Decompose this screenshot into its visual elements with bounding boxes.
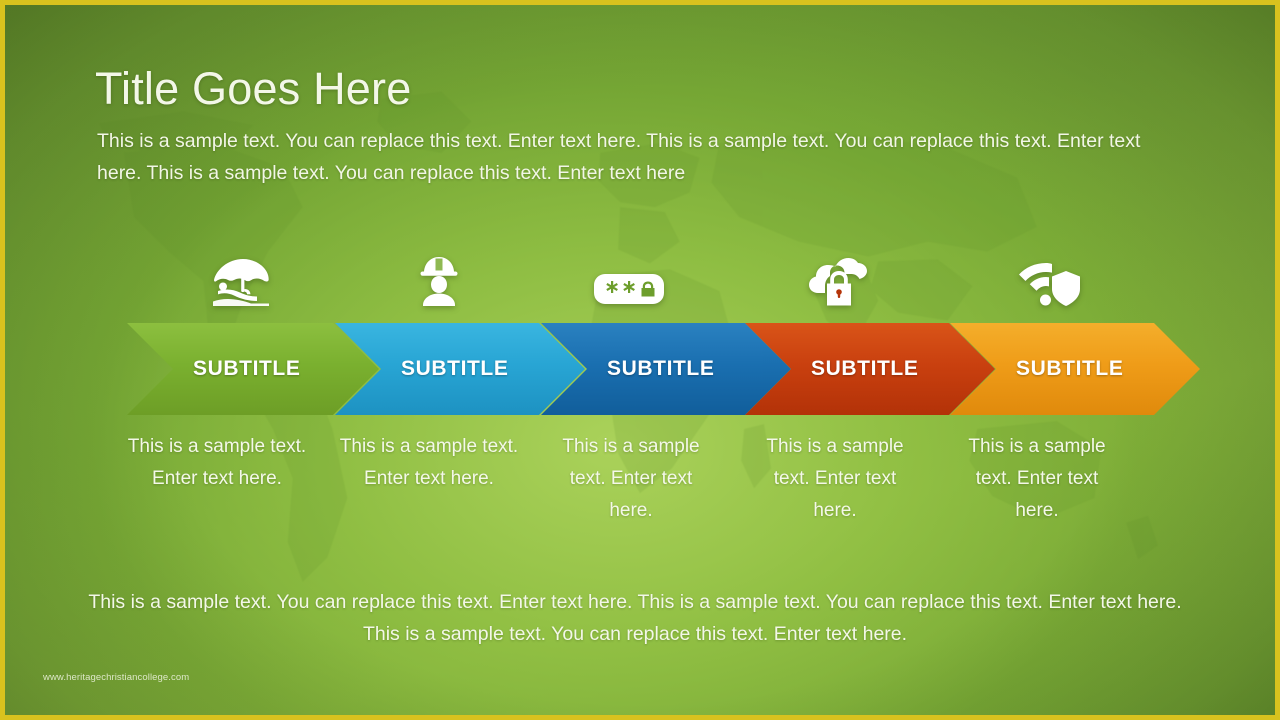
- process-arrow-1[interactable]: SUBTITLE: [127, 323, 379, 415]
- password-field-icon: [579, 273, 679, 305]
- presentation-slide: Title Goes Here This is a sample text. Y…: [0, 0, 1280, 720]
- process-step-text: This is a sample text. Enter text here.: [562, 436, 700, 521]
- wifi-shield-icon: [1000, 261, 1100, 307]
- process-step-text: This is a sample text. Enter text here.: [339, 436, 519, 489]
- cloud-lock-icon: [789, 257, 889, 307]
- process-arrow-label: SUBTITLE: [193, 357, 301, 380]
- process-step-text: This is a sample text. Enter text here.: [968, 436, 1106, 521]
- source-watermark: www.heritagechristiancollege.com: [43, 672, 190, 683]
- process-step-text: This is a sample text. Enter text here.: [127, 436, 307, 489]
- beach-umbrella-icon: [193, 255, 293, 307]
- process-step-text: This is a sample text. Enter text here.: [766, 436, 904, 521]
- construction-worker-icon: [389, 255, 489, 307]
- slide-footer-text: This is a sample text. You can replace t…: [88, 591, 1182, 645]
